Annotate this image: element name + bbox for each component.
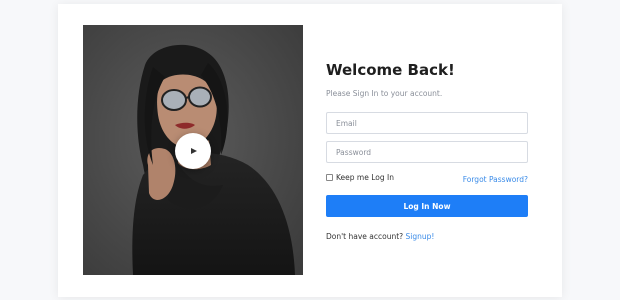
page-title: Welcome Back! (326, 61, 455, 79)
signup-prompt: Don't have account? Signup! (326, 232, 434, 241)
hero-image (83, 25, 303, 275)
remember-me[interactable]: Keep me Log In (326, 173, 394, 182)
email-field[interactable] (326, 112, 528, 134)
play-video-button[interactable] (175, 133, 211, 169)
signup-link[interactable]: Signup! (406, 232, 435, 241)
remember-checkbox[interactable] (326, 174, 333, 181)
password-field[interactable] (326, 141, 528, 163)
login-button[interactable]: Log In Now (326, 195, 528, 217)
forgot-password-link[interactable]: Forgot Password? (463, 175, 528, 184)
login-card: Welcome Back! Please Sign In to your acc… (58, 4, 562, 297)
page-subtitle: Please Sign In to your account. (326, 89, 443, 98)
play-icon (191, 148, 197, 154)
no-account-text: Don't have account? (326, 232, 404, 241)
remember-label: Keep me Log In (336, 173, 394, 182)
